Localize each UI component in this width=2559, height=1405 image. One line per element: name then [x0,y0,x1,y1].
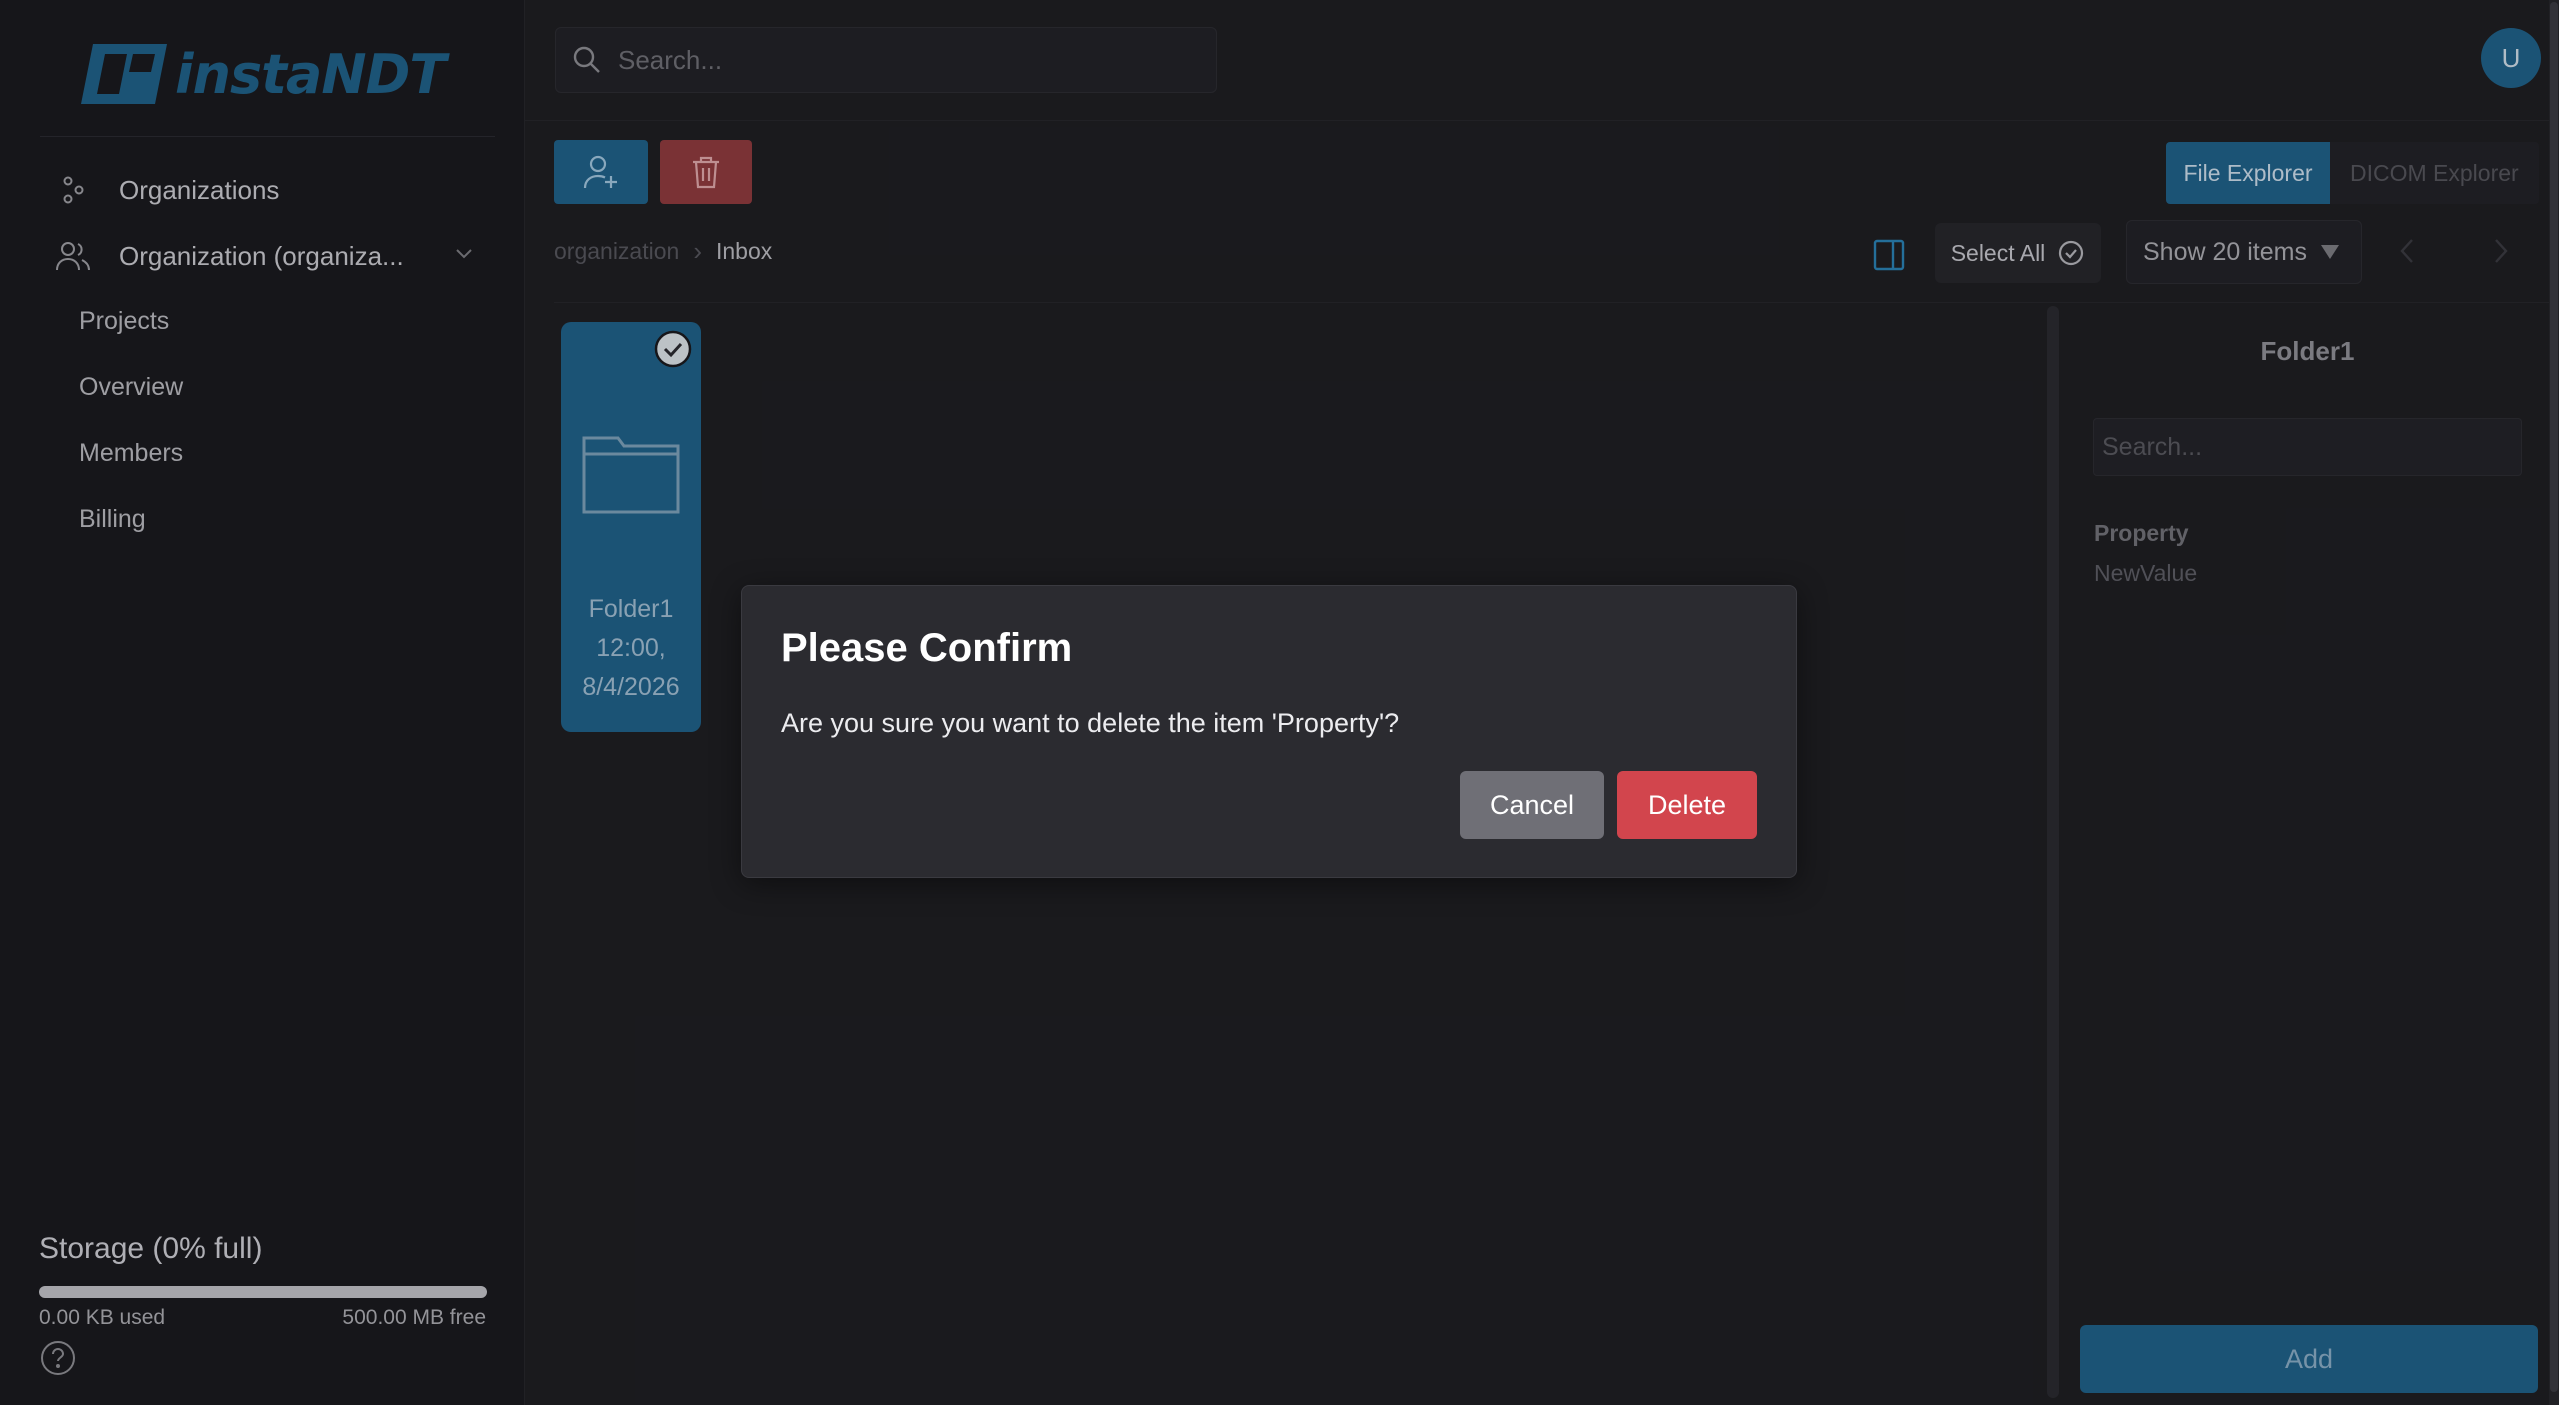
confirm-delete-button[interactable]: Delete [1617,771,1757,839]
dialog-title: Please Confirm [781,626,1073,670]
dialog-message: Are you sure you want to delete the item… [781,708,1400,738]
confirm-dialog: Please Confirm Are you sure you want to … [741,585,1797,878]
cancel-button[interactable]: Cancel [1460,771,1604,839]
